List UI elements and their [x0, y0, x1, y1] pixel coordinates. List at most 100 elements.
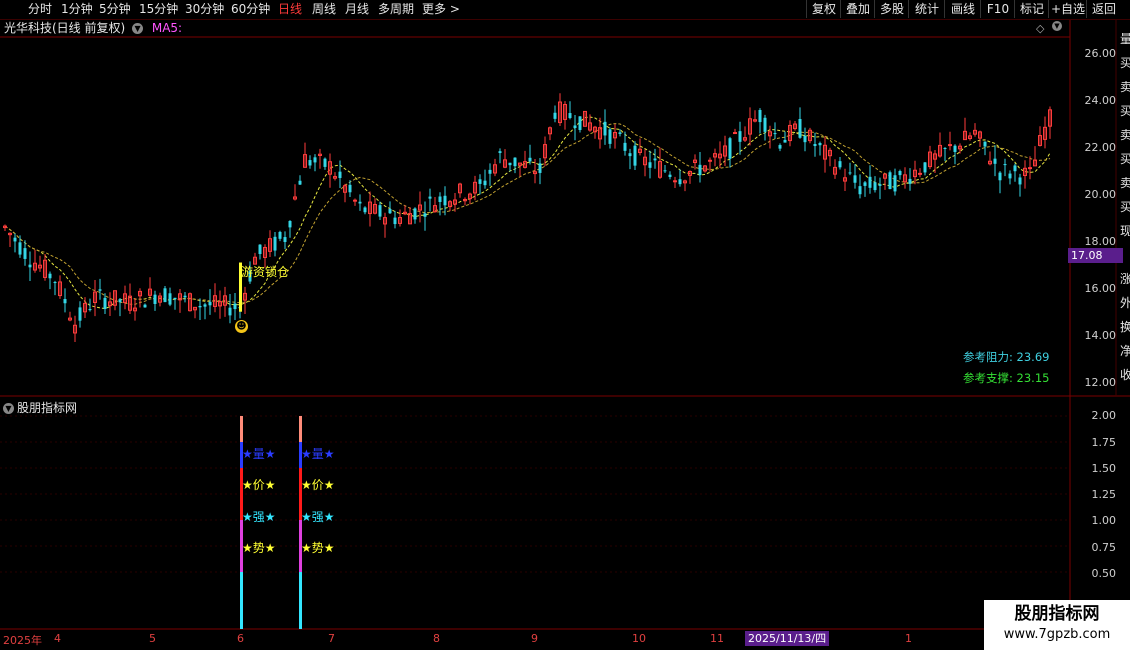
price-tick: 16.00: [1084, 282, 1117, 295]
candle-body: [898, 171, 902, 176]
candle-body: [283, 237, 287, 243]
candle-body: [783, 139, 787, 143]
price-tick: 22.00: [1084, 141, 1117, 154]
candle-body: [653, 158, 657, 161]
candle-body: [443, 195, 447, 206]
candle-body: [953, 145, 957, 152]
candle-body: [1013, 165, 1017, 172]
candle-body: [623, 142, 627, 151]
candle-body: [413, 208, 417, 220]
date-label: 6: [237, 632, 244, 645]
candle-body: [698, 164, 702, 176]
candle-body: [708, 159, 712, 162]
signal-bar-segment: [240, 416, 243, 442]
candle-body: [18, 242, 22, 255]
star-label-price: ★价★: [242, 478, 276, 492]
candle-body: [888, 172, 892, 190]
candle-body: [483, 180, 487, 186]
candle-body: [868, 176, 872, 188]
candle-body: [763, 117, 767, 132]
candle-body: [923, 162, 927, 173]
candle-body: [1018, 177, 1022, 185]
right-panel-text: 买: [1120, 56, 1130, 70]
candle-body: [858, 186, 862, 195]
candle-body: [663, 170, 667, 172]
date-label: 9: [531, 632, 538, 645]
price-tick: 18.00: [1084, 235, 1117, 248]
candle-body: [423, 213, 427, 217]
candle-body: [608, 129, 612, 144]
candle-body: [48, 273, 52, 279]
candle-body: [528, 157, 532, 162]
candle-body: [1028, 167, 1032, 170]
candle-body: [538, 163, 542, 173]
candle-body: [53, 282, 57, 284]
candle-body: [733, 132, 737, 135]
sub-axis-tick: 0.75: [1091, 541, 1117, 554]
candle-body: [163, 288, 167, 303]
candle-body: [498, 151, 502, 154]
candle-body: [103, 297, 107, 310]
candle-body: [198, 305, 202, 308]
candle-body: [23, 248, 27, 259]
candle-body: [758, 110, 762, 123]
candle-body: [153, 294, 157, 304]
watermark-url: www.7gpzb.com: [1003, 627, 1111, 642]
star-label-volume: ★量★: [242, 447, 276, 461]
candle-body: [98, 289, 102, 291]
candle-body: [878, 184, 882, 186]
star-label-strength: ★强★: [301, 510, 335, 524]
candle-body: [578, 116, 582, 130]
candle-body: [143, 304, 147, 308]
candle-body: [983, 141, 987, 147]
right-panel-text: 量: [1120, 32, 1130, 46]
candle-body: [208, 301, 212, 306]
right-panel-text: 收: [1120, 368, 1130, 382]
candle-body: [358, 201, 362, 204]
cursor-date-tag: 2025/11/13/四: [745, 631, 830, 646]
candle-body: [233, 303, 237, 310]
candle-body: [1008, 173, 1012, 179]
candle-body: [438, 196, 442, 202]
date-label: 5: [149, 632, 156, 645]
diamond-icon[interactable]: ◇: [1036, 22, 1044, 35]
candle-body: [273, 236, 277, 251]
candle-body: [1003, 164, 1007, 166]
chevron-down-icon[interactable]: ▼: [3, 403, 14, 414]
candle-body: [943, 147, 947, 149]
candle-body: [378, 205, 382, 217]
candle-body: [628, 153, 632, 157]
candle-body: [173, 297, 177, 300]
candle-body: [288, 220, 292, 228]
candle-body: [993, 158, 997, 164]
price-tick: 14.00: [1084, 329, 1117, 342]
candle-body: [388, 209, 392, 214]
sub-chart-title: 股朋指标网: [17, 401, 78, 415]
support-row: 参考支撑: 23.15: [963, 370, 1049, 386]
candle-body: [998, 172, 1002, 181]
candle-body: [118, 299, 122, 303]
candle-body: [478, 179, 482, 184]
candle-body: [573, 125, 577, 128]
right-panel-text: 卖: [1120, 128, 1130, 142]
candle-body: [13, 237, 17, 242]
right-panel-text: 净: [1120, 344, 1130, 358]
date-label: 7: [328, 632, 335, 645]
candle-body: [568, 113, 572, 119]
candle-body: [393, 217, 397, 225]
sub-axis-tick: 0.50: [1091, 567, 1117, 580]
support-label: 参考支撑:: [963, 371, 1013, 385]
date-label: 11: [710, 632, 724, 645]
candle-body: [678, 179, 682, 185]
candle-body: [818, 143, 822, 146]
chevron-down-icon[interactable]: ▼: [1052, 21, 1062, 31]
kline-chart[interactable]: [0, 0, 1130, 650]
signal-bar-segment: [240, 572, 243, 629]
signal-bar-segment: [299, 416, 302, 442]
candle-body: [278, 231, 282, 239]
price-tick: 24.00: [1084, 94, 1117, 107]
candle-body: [803, 135, 807, 143]
right-panel-text: 买: [1120, 200, 1130, 214]
candle-body: [488, 169, 492, 174]
watermark-title: 股朋指标网: [1014, 604, 1100, 624]
